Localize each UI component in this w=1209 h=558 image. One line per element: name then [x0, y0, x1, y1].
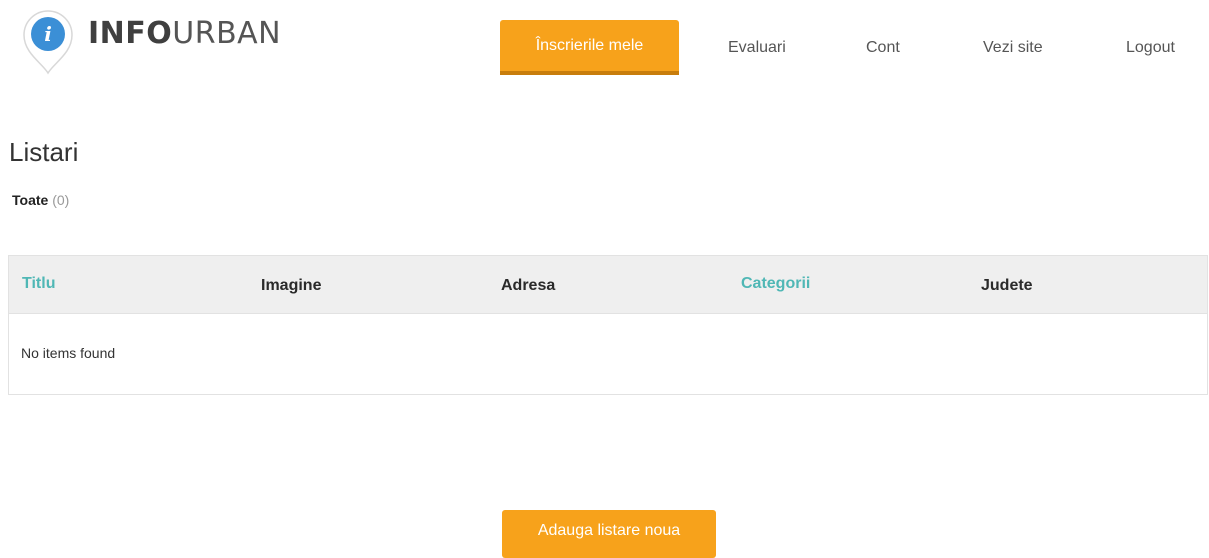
info-pin-icon: i [22, 9, 74, 75]
filter-all-count: (0) [52, 192, 70, 208]
nav-item-cont[interactable]: Cont [866, 20, 900, 75]
site-header: i INFOURBAN Înscrierile mele Evaluari Co… [0, 0, 1209, 90]
column-titlu[interactable]: Titlu [22, 275, 55, 293]
brand-name: INFOURBAN [88, 16, 281, 51]
nav-item-evaluari[interactable]: Evaluari [728, 20, 786, 75]
status-filter: Toate (0) [12, 192, 69, 208]
info-glyph: i [44, 22, 52, 46]
listings-table: Titlu Imagine Adresa Categorii Judete No… [8, 255, 1208, 395]
nav-item-vezi-site[interactable]: Vezi site [983, 20, 1043, 75]
column-judete: Judete [981, 277, 1033, 294]
brand-name-bold: INFO [88, 15, 173, 51]
brand-name-light: URBAN [172, 15, 282, 51]
nav-item-inscrieri[interactable]: Înscrierile mele [500, 20, 679, 75]
main-nav: Înscrierile mele [500, 20, 679, 75]
nav-item-logout[interactable]: Logout [1126, 20, 1175, 75]
column-categorii[interactable]: Categorii [741, 275, 810, 293]
page-title: Listari [9, 137, 79, 167]
empty-message: No items found [21, 345, 116, 361]
table-header: Titlu Imagine Adresa Categorii Judete [9, 256, 1207, 314]
add-listing-button[interactable]: Adauga listare noua [502, 510, 716, 558]
filter-all-link[interactable]: Toate [12, 192, 48, 208]
column-adresa: Adresa [501, 277, 556, 294]
logo[interactable]: i INFOURBAN [22, 9, 281, 75]
column-imagine: Imagine [261, 277, 322, 294]
